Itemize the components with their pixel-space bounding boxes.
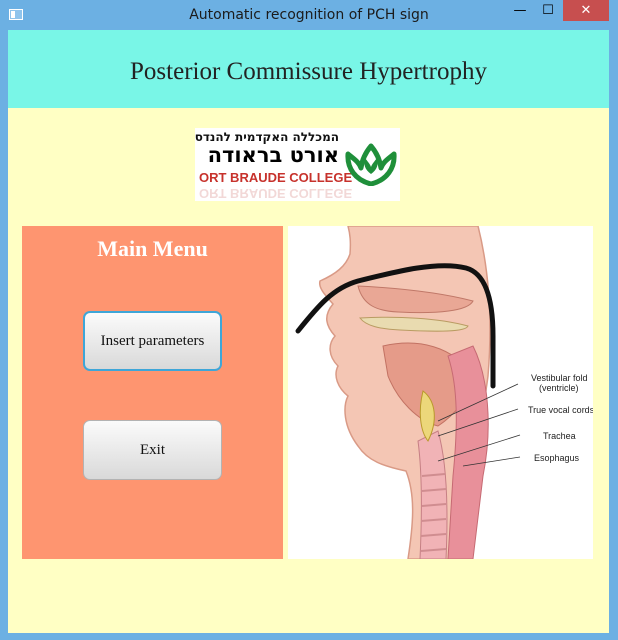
title-bar[interactable]: Automatic recognition of PCH sign — ☐ ✕ bbox=[0, 0, 618, 30]
logo-english-name: ORT BRAUDE COLLEGE bbox=[199, 170, 353, 185]
label-ventricle: (ventricle) bbox=[539, 383, 579, 393]
minimize-button[interactable]: — bbox=[506, 0, 534, 21]
label-esophagus: Esophagus bbox=[534, 453, 580, 463]
insert-parameters-button[interactable]: Insert parameters bbox=[83, 311, 222, 371]
maximize-button[interactable]: ☐ bbox=[534, 0, 562, 21]
close-button[interactable]: ✕ bbox=[563, 0, 609, 21]
page-title: Posterior Commissure Hypertrophy bbox=[130, 58, 487, 85]
main-menu-panel: Main Menu Insert parameters Exit bbox=[22, 226, 283, 559]
menu-title: Main Menu bbox=[97, 236, 208, 261]
label-trachea: Trachea bbox=[543, 431, 576, 441]
label-vestibular-fold: Vestibular fold bbox=[531, 373, 588, 383]
logo-reflection: ORT BRAUDE COLLEGE bbox=[199, 186, 353, 201]
window-client-area: Posterior Commissure Hypertrophy המכללה … bbox=[8, 30, 609, 633]
larynx-illustration: Vestibular fold (ventricle) True vocal c… bbox=[288, 226, 593, 559]
header-band: Posterior Commissure Hypertrophy bbox=[8, 30, 609, 108]
logo-hebrew-tagline: המכללה האקדמית להנדסה bbox=[195, 130, 339, 144]
label-true-vocal-cords: True vocal cords bbox=[528, 405, 593, 415]
exit-button[interactable]: Exit bbox=[83, 420, 222, 480]
logo-emblem-icon bbox=[345, 143, 397, 186]
college-logo: המכללה האקדמית להנדסה אורט בראודה ORT BR… bbox=[195, 128, 400, 201]
logo-hebrew-name: אורט בראודה bbox=[207, 143, 339, 167]
